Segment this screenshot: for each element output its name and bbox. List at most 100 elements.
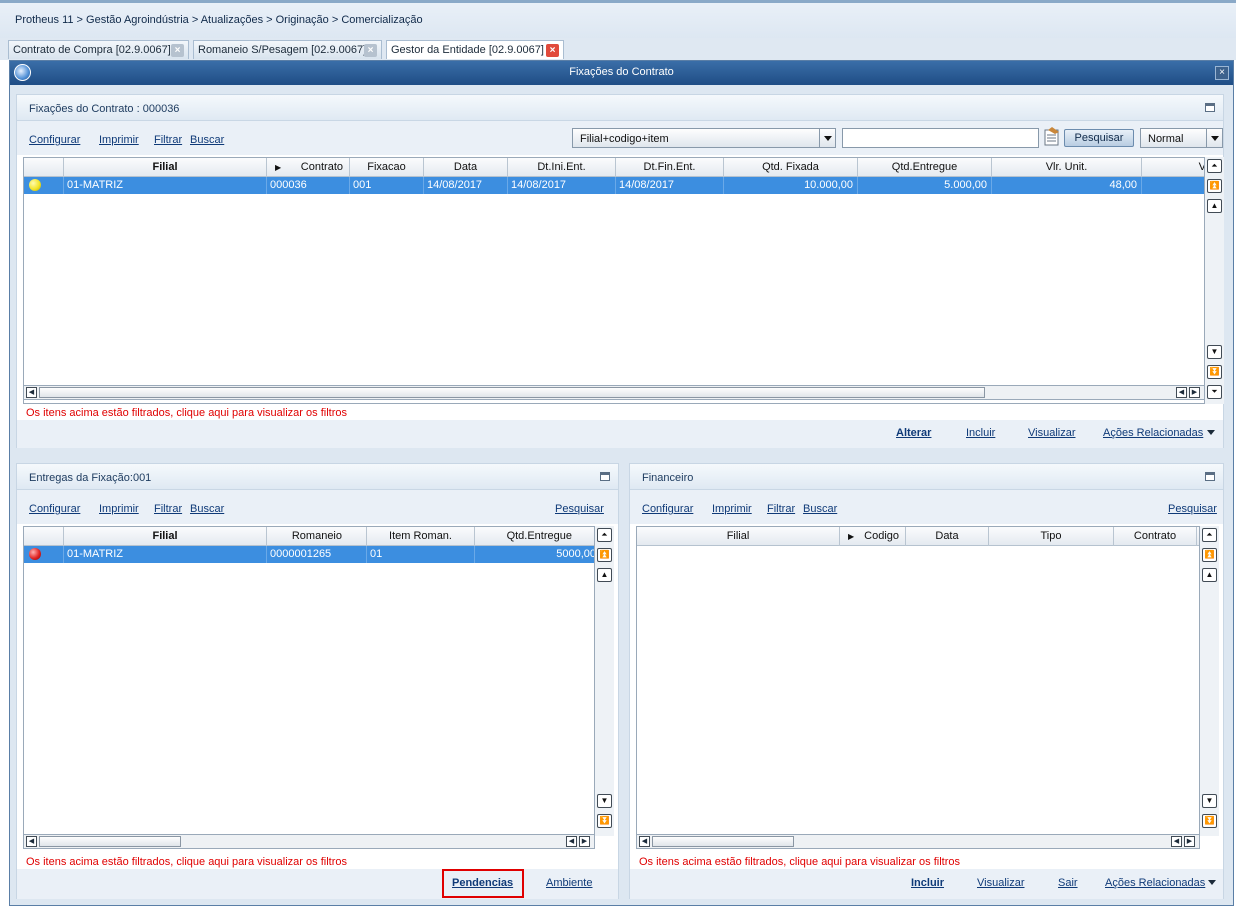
column-header-filial[interactable]: Filial	[637, 527, 840, 546]
chevron-down-icon[interactable]	[1207, 430, 1215, 435]
pesquisar-link[interactable]: Pesquisar	[1168, 503, 1217, 515]
chevron-down-icon[interactable]	[1206, 129, 1222, 147]
scroll-right-icon[interactable]: ▶	[1189, 387, 1200, 398]
tab-gestor-da-entidade[interactable]: Gestor da Entidade [02.9.0067] ×	[386, 40, 564, 59]
ambiente-button[interactable]: Ambiente	[546, 877, 592, 889]
vertical-scrollbar[interactable]: ⏶ ⏫ ▲ ▼ ⏬	[595, 526, 614, 836]
column-header-contrato[interactable]: Contrato	[1114, 527, 1197, 546]
alterar-button[interactable]: Alterar	[896, 427, 931, 439]
column-header-filial[interactable]: Filial	[64, 527, 267, 546]
table-row[interactable]: 01-MATRIZ 0000001265 01 5000,00	[24, 546, 594, 563]
horizontal-scrollbar[interactable]: ◀ ◀ ▶	[23, 834, 595, 849]
acoes-relacionadas-button[interactable]: Ações Relacionadas	[1105, 877, 1205, 889]
scroll-down-icon[interactable]: ▼	[1202, 794, 1217, 808]
scroll-page-down-icon[interactable]: ⏬	[1202, 814, 1217, 828]
buscar-link[interactable]: Buscar	[190, 134, 224, 146]
close-icon[interactable]: ×	[546, 44, 559, 57]
imprimir-link[interactable]: Imprimir	[712, 503, 752, 515]
scroll-up-icon[interactable]: ▲	[1207, 199, 1222, 213]
configurar-link[interactable]: Configurar	[642, 503, 693, 515]
scroll-thumb[interactable]	[39, 836, 181, 847]
incluir-button[interactable]: Incluir	[911, 877, 944, 889]
scroll-left-icon[interactable]: ◀	[26, 387, 37, 398]
search-input[interactable]	[842, 128, 1039, 148]
column-header-vlr-unit[interactable]: Vlr. Unit.	[992, 158, 1142, 177]
scroll-bottom-icon[interactable]: ⏷	[1207, 385, 1222, 399]
chevron-down-icon[interactable]	[1208, 880, 1216, 885]
column-header-qtd-fixada[interactable]: Qtd. Fixada	[724, 158, 858, 177]
scroll-right-icon[interactable]: ▶	[579, 836, 590, 847]
column-header-dt-fin[interactable]: Dt.Fin.Ent.	[616, 158, 724, 177]
column-header-data[interactable]: Data	[906, 527, 989, 546]
scroll-down-icon[interactable]: ▼	[597, 794, 612, 808]
chevron-down-icon[interactable]	[819, 129, 835, 147]
pendencias-button[interactable]: Pendencias	[452, 877, 513, 889]
horizontal-scrollbar[interactable]: ◀ ◀ ▶	[23, 385, 1205, 400]
imprimir-link[interactable]: Imprimir	[99, 503, 139, 515]
scroll-left-icon[interactable]: ◀	[639, 836, 650, 847]
buscar-link[interactable]: Buscar	[190, 503, 224, 515]
filtrar-link[interactable]: Filtrar	[154, 134, 182, 146]
scroll-left-icon[interactable]: ◀	[26, 836, 37, 847]
notepad-icon[interactable]	[1043, 127, 1061, 147]
scroll-thumb[interactable]	[39, 387, 985, 398]
visualizar-button[interactable]: Visualizar	[1028, 427, 1076, 439]
column-header-filial[interactable]: Filial	[64, 158, 267, 177]
minimize-icon[interactable]	[1205, 472, 1215, 481]
index-select[interactable]: Filial+codigo+item	[572, 128, 836, 148]
vertical-scrollbar[interactable]: ⏶ ⏫ ▲ ▼ ⏬ ⏷	[1205, 157, 1224, 404]
column-header-data[interactable]: Data	[424, 158, 508, 177]
scroll-top-icon[interactable]: ⏶	[597, 528, 612, 542]
scroll-page-up-icon[interactable]: ⏫	[597, 548, 612, 562]
scroll-page-up-icon[interactable]: ⏫	[1202, 548, 1217, 562]
visualizar-button[interactable]: Visualizar	[977, 877, 1025, 889]
scroll-top-icon[interactable]: ⏶	[1207, 159, 1222, 173]
table-row[interactable]: 01-MATRIZ 000036 001 14/08/2017 14/08/20…	[24, 177, 1204, 194]
column-header-qtd-entregue[interactable]: Qtd.Entregue	[475, 527, 594, 546]
scroll-page-up-icon[interactable]: ⏫	[1207, 179, 1222, 193]
scroll-left-icon[interactable]: ◀	[1171, 836, 1182, 847]
buscar-link[interactable]: Buscar	[803, 503, 837, 515]
scroll-thumb[interactable]	[652, 836, 794, 847]
column-header-tipo[interactable]: Tipo	[989, 527, 1114, 546]
filtrar-link[interactable]: Filtrar	[767, 503, 795, 515]
configurar-link[interactable]: Configurar	[29, 503, 80, 515]
scroll-top-icon[interactable]: ⏶	[1202, 528, 1217, 542]
window-close-button[interactable]: ×	[1215, 66, 1229, 80]
minimize-icon[interactable]	[1205, 103, 1215, 112]
sair-button[interactable]: Sair	[1058, 877, 1078, 889]
vertical-scrollbar[interactable]: ⏶ ⏫ ▲ ▼ ⏬	[1200, 526, 1219, 836]
column-header-status[interactable]	[24, 158, 64, 177]
scroll-up-icon[interactable]: ▲	[597, 568, 612, 582]
filter-message[interactable]: Os itens acima estão filtrados, clique a…	[639, 856, 960, 868]
tab-contrato-de-compra[interactable]: Contrato de Compra [02.9.0067] ×	[8, 40, 189, 59]
filter-message[interactable]: Os itens acima estão filtrados, clique a…	[26, 856, 347, 868]
column-header-status[interactable]	[24, 527, 64, 546]
filtrar-link[interactable]: Filtrar	[154, 503, 182, 515]
scroll-down-icon[interactable]: ▼	[1207, 345, 1222, 359]
filter-message[interactable]: Os itens acima estão filtrados, clique a…	[26, 407, 347, 419]
close-icon[interactable]: ×	[364, 44, 377, 57]
column-header-item-roman[interactable]: Item Roman.	[367, 527, 475, 546]
column-header-dt-ini[interactable]: Dt.Ini.Ent.	[508, 158, 616, 177]
imprimir-link[interactable]: Imprimir	[99, 134, 139, 146]
horizontal-scrollbar[interactable]: ◀ ◀ ▶	[636, 834, 1200, 849]
pesquisar-button[interactable]: Pesquisar	[1064, 129, 1134, 147]
pesquisar-link[interactable]: Pesquisar	[555, 503, 604, 515]
scroll-right-icon[interactable]: ▶	[1184, 836, 1195, 847]
scroll-left-icon[interactable]: ◀	[1176, 387, 1187, 398]
column-header-fixacao[interactable]: Fixacao	[350, 158, 424, 177]
column-header-romaneio[interactable]: Romaneio	[267, 527, 367, 546]
column-header-v[interactable]: V	[1142, 158, 1204, 177]
incluir-button[interactable]: Incluir	[966, 427, 995, 439]
scroll-up-icon[interactable]: ▲	[1202, 568, 1217, 582]
scroll-page-down-icon[interactable]: ⏬	[1207, 365, 1222, 379]
scroll-page-down-icon[interactable]: ⏬	[597, 814, 612, 828]
close-icon[interactable]: ×	[171, 44, 184, 57]
configurar-link[interactable]: Configurar	[29, 134, 80, 146]
acoes-relacionadas-button[interactable]: Ações Relacionadas	[1103, 427, 1203, 439]
scroll-left-icon[interactable]: ◀	[566, 836, 577, 847]
column-header-qtd-entregue[interactable]: Qtd.Entregue	[858, 158, 992, 177]
minimize-icon[interactable]	[600, 472, 610, 481]
tab-romaneio[interactable]: Romaneio S/Pesagem [02.9.0067] ×	[193, 40, 382, 59]
